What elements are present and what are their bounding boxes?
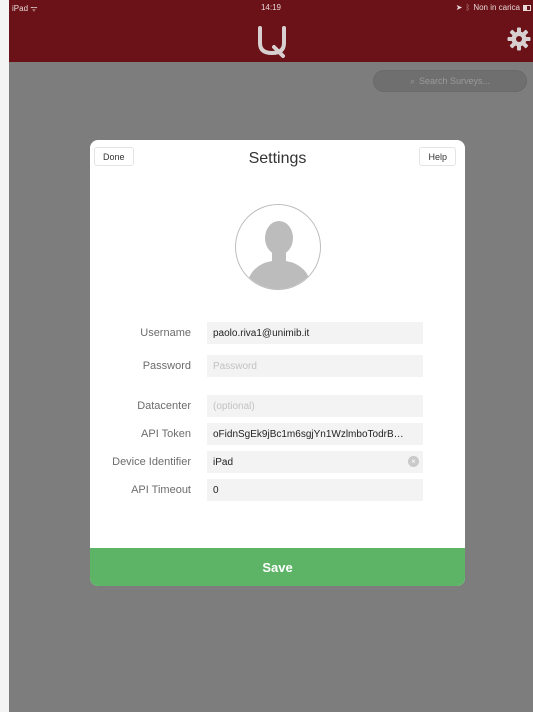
password-label: Password bbox=[142, 360, 191, 372]
datacenter-row: Datacenter (optional) bbox=[90, 395, 465, 417]
help-button[interactable]: Help bbox=[419, 147, 456, 166]
status-right: ➤ ᛒ Non in carica bbox=[456, 3, 531, 12]
username-field[interactable]: paolo.riva1@unimib.it bbox=[207, 322, 423, 344]
user-avatar-icon[interactable] bbox=[235, 204, 321, 290]
settings-modal: Done Settings Help Username paolo.riva1@… bbox=[90, 140, 465, 586]
status-time: 14:19 bbox=[260, 3, 282, 12]
status-bar: iPad ᯤ 14:19 ➤ ᛒ Non in carica bbox=[9, 0, 533, 14]
api-timeout-row: API Timeout 0 bbox=[90, 479, 465, 501]
battery-icon bbox=[523, 4, 531, 11]
api-timeout-label: API Timeout bbox=[131, 484, 191, 496]
datacenter-field[interactable]: (optional) bbox=[207, 395, 423, 417]
search-icon: ⌕ bbox=[409, 75, 415, 86]
device-identifier-value: iPad bbox=[213, 456, 234, 468]
search-placeholder: Search Surveys... bbox=[419, 76, 491, 86]
clear-icon[interactable]: × bbox=[408, 456, 419, 467]
modal-title: Settings bbox=[248, 150, 307, 167]
left-margin bbox=[0, 0, 9, 712]
username-label: Username bbox=[140, 327, 191, 339]
device-identifier-label: Device Identifier bbox=[112, 456, 191, 468]
password-field[interactable]: Password bbox=[207, 355, 423, 377]
api-token-row: API Token oFidnSgEk9jBc1m6sgjYn1WzlmboTo… bbox=[90, 423, 465, 445]
datacenter-label: Datacenter bbox=[137, 400, 191, 412]
username-row: Username paolo.riva1@unimib.it bbox=[90, 322, 465, 344]
password-row: Password Password bbox=[90, 355, 465, 377]
avatar-silhouette bbox=[246, 221, 312, 289]
location-icon: ➤ bbox=[455, 3, 463, 12]
api-token-value: oFidnSgEk9jBc1m6sgjYn1WzlmboTodrB… bbox=[213, 428, 404, 440]
bluetooth-icon: ᛒ bbox=[465, 3, 471, 12]
device-identifier-field[interactable]: iPad × bbox=[207, 451, 423, 473]
q-logo-icon[interactable] bbox=[255, 24, 289, 58]
search-surveys-input[interactable]: ⌕ Search Surveys... bbox=[373, 70, 527, 92]
api-token-label: API Token bbox=[141, 428, 191, 440]
device-identifier-row: Device Identifier iPad × bbox=[90, 451, 465, 473]
screen: iPad ᯤ 14:19 ➤ ᛒ Non in carica ⌕ Search … bbox=[0, 0, 533, 712]
gear-icon[interactable] bbox=[507, 27, 531, 51]
app-header: iPad ᯤ 14:19 ➤ ᛒ Non in carica bbox=[9, 0, 533, 62]
app-window: iPad ᯤ 14:19 ➤ ᛒ Non in carica ⌕ Search … bbox=[9, 0, 533, 712]
save-button[interactable]: Save bbox=[90, 548, 465, 586]
api-timeout-field[interactable]: 0 bbox=[207, 479, 423, 501]
charging-status: Non in carica bbox=[473, 3, 520, 12]
api-token-field[interactable]: oFidnSgEk9jBc1m6sgjYn1WzlmboTodrB… bbox=[207, 423, 423, 445]
